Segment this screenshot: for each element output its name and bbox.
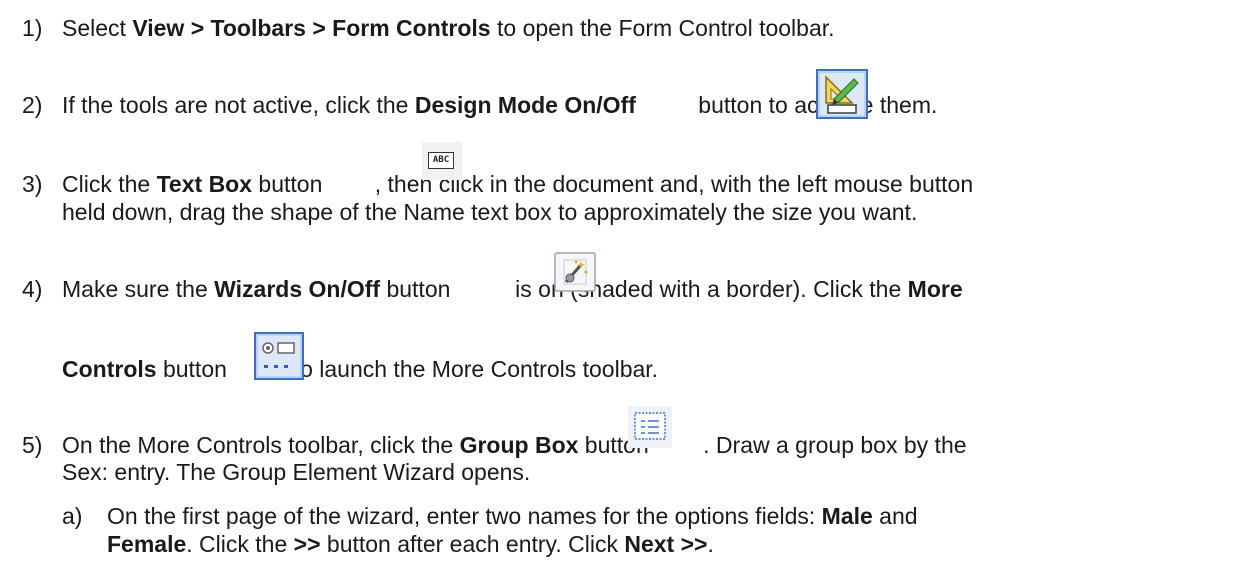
step-3-pre: Click the: [62, 171, 157, 197]
step-5-number: 5): [22, 432, 43, 458]
step-4-l2-post: to launch the More Controls toolbar.: [287, 356, 659, 382]
substep-a-l2-post: .: [707, 531, 714, 557]
design-mode-icon: [816, 69, 868, 119]
substep-a-l1-post: and: [872, 503, 918, 529]
step-1-menu-path: View > Toolbars > Form Controls: [132, 15, 491, 41]
wizard-wand-icon: [554, 252, 596, 292]
step-3-mid: button: [252, 171, 329, 197]
step-1-text: Select View > Toolbars > Form Controls t…: [62, 14, 835, 42]
step-2-post: button to activate them.: [691, 92, 938, 118]
step-4-wizards-label: Wizards On/Off: [214, 276, 381, 302]
step-3-text-line-2: held down, drag the shape of the Name te…: [62, 199, 918, 225]
step-5-text-line-1: On the More Controls toolbar, click the …: [62, 431, 967, 459]
step-2-text: If the tools are not active, click the D…: [62, 91, 937, 119]
substep-a-male: Male: [821, 503, 873, 529]
substep-a-label: a): [62, 503, 83, 529]
step-5-pre: On the More Controls toolbar, click the: [62, 432, 460, 458]
step-5-text-line-2: Sex: entry. The Group Element Wizard ope…: [62, 459, 531, 485]
step-4-text-line-1: Make sure the Wizards On/Off button is o…: [62, 275, 963, 303]
substep-a-line-2: Female. Click the >> button after each e…: [107, 530, 714, 558]
step-4-mid: button: [380, 276, 457, 302]
group-box-icon: [628, 406, 672, 448]
substep-a-l1-pre: On the first page of the wizard, enter t…: [107, 503, 822, 529]
step-4-more-label: More: [907, 276, 963, 302]
more-controls-icon: [254, 332, 304, 380]
step-2-number: 2): [22, 92, 43, 118]
step-5-post: . Draw a group box by the: [703, 432, 967, 458]
step-3-number: 3): [22, 171, 43, 197]
step-2-design-mode-label: Design Mode On/Off: [414, 92, 636, 118]
step-5-group-box-label: Group Box: [459, 432, 579, 458]
substep-a-l2-mid: . Click the: [186, 531, 294, 557]
step-1-pre: Select: [62, 15, 133, 41]
text-box-icon: ABC: [422, 142, 462, 180]
step-1-post: to open the Form Control toolbar.: [490, 15, 835, 41]
substep-a-next-label: Next >>: [624, 531, 708, 557]
substep-a-l2-mid2: button after each entry. Click: [320, 531, 625, 557]
step-1-number: 1): [22, 15, 43, 41]
substep-a-arrow-button-label: >>: [293, 531, 321, 557]
step-4-text-line-2: Controls button to launch the More Contr…: [62, 355, 658, 383]
step-4-l2-mid: button: [156, 356, 234, 382]
step-3-post: , then click in the document and, with t…: [374, 171, 974, 197]
step-4-number: 4): [22, 276, 43, 302]
step-3-text-line-1: Click the Text Box button , then click i…: [62, 170, 973, 198]
substep-a-female: Female: [107, 531, 187, 557]
substep-a-line-1: On the first page of the wizard, enter t…: [107, 502, 918, 530]
text-box-icon-glyph: ABC: [428, 152, 454, 169]
step-2-pre: If the tools are not active, click the: [62, 92, 415, 118]
step-3-text-box-label: Text Box: [156, 171, 253, 197]
step-4-controls-label: Controls: [62, 356, 157, 382]
step-4-pre: Make sure the: [62, 276, 215, 302]
